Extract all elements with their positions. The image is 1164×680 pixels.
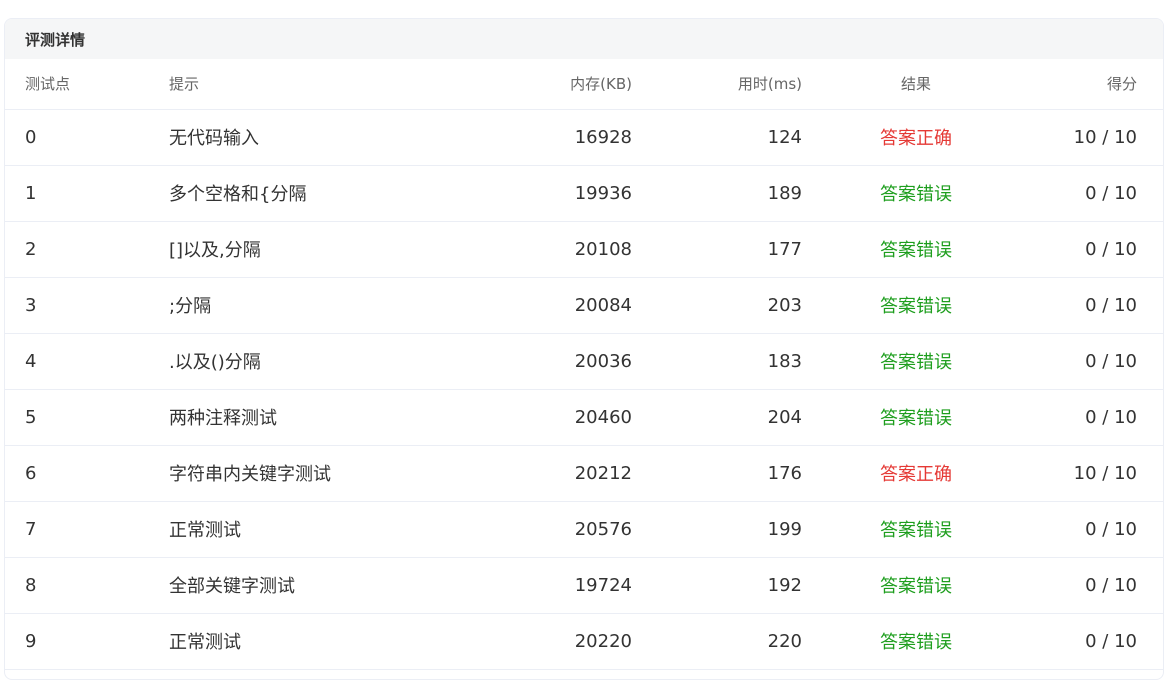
cell-hint: 无代码输入 (169, 128, 259, 149)
cell-test-point: 8 (25, 574, 37, 596)
cell-time: 124 (767, 126, 802, 148)
header-hint: 提示 (168, 59, 500, 110)
cell-time: 183 (767, 350, 802, 372)
cell-result-wrong: 答案错误 (880, 184, 952, 205)
header-time: 用时(ms) (633, 59, 803, 110)
cell-time: 203 (767, 294, 802, 316)
cell-result-wrong: 答案错误 (880, 408, 952, 429)
cell-score: 0 / 10 (1085, 574, 1137, 596)
header-memory: 内存(KB) (500, 59, 633, 110)
cell-hint: 两种注释测试 (169, 408, 277, 429)
cell-test-point: 7 (25, 518, 37, 540)
table-row: 7 正常测试 20576 199 答案错误 0 / 10 (5, 501, 1163, 557)
cell-memory: 20084 (574, 294, 632, 316)
header-result: 结果 (803, 59, 1029, 110)
cell-result-wrong: 答案错误 (880, 632, 952, 653)
cell-score: 0 / 10 (1085, 294, 1137, 316)
table-row: 0 无代码输入 16928 124 答案正确 10 / 10 (5, 109, 1163, 165)
cell-test-point: 0 (25, 126, 37, 148)
cell-hint: 正常测试 (169, 632, 241, 653)
cell-test-point: 3 (25, 294, 37, 316)
table-row: 5 两种注释测试 20460 204 答案错误 0 / 10 (5, 389, 1163, 445)
cell-test-point: 4 (25, 350, 37, 372)
cell-result-accepted: 答案正确 (880, 128, 952, 149)
cell-hint: ;分隔 (169, 296, 212, 317)
cell-result-wrong: 答案错误 (880, 352, 952, 373)
cell-result-accepted: 答案正确 (880, 464, 952, 485)
cell-test-point: 1 (25, 182, 37, 204)
cell-score: 0 / 10 (1085, 630, 1137, 652)
cell-hint: 正常测试 (169, 520, 241, 541)
cell-memory: 20212 (574, 462, 632, 484)
cell-test-point: 5 (25, 406, 37, 428)
table-row: 4 .以及()分隔 20036 183 答案错误 0 / 10 (5, 333, 1163, 389)
cell-result-wrong: 答案错误 (880, 520, 952, 541)
cell-result-wrong: 答案错误 (880, 240, 952, 261)
cell-test-point: 2 (25, 238, 37, 260)
cell-score: 10 / 10 (1073, 462, 1137, 484)
table-row: 8 全部关键字测试 19724 192 答案错误 0 / 10 (5, 557, 1163, 613)
table-row: 2 []以及,分隔 20108 177 答案错误 0 / 10 (5, 221, 1163, 277)
panel-title: 评测详情 (5, 19, 1163, 59)
cell-score: 10 / 10 (1073, 126, 1137, 148)
judge-details-panel: 评测详情 测试点 提示 内存(KB) 用时(ms) 结果 得分 0 无代码输入 … (4, 18, 1164, 680)
cell-time: 177 (767, 238, 802, 260)
cell-time: 204 (767, 406, 802, 428)
table-row: 9 正常测试 20220 220 答案错误 0 / 10 (5, 613, 1163, 669)
cell-hint: 字符串内关键字测试 (169, 464, 331, 485)
header-score: 得分 (1029, 59, 1163, 110)
cell-score: 0 / 10 (1085, 182, 1137, 204)
cell-score: 0 / 10 (1085, 238, 1137, 260)
table-header-row: 测试点 提示 内存(KB) 用时(ms) 结果 得分 (5, 59, 1163, 110)
cell-memory: 20108 (574, 238, 632, 260)
cell-hint: []以及,分隔 (169, 240, 261, 261)
cell-result-wrong: 答案错误 (880, 576, 952, 597)
cell-result-wrong: 答案错误 (880, 296, 952, 317)
header-test-point: 测试点 (5, 59, 168, 110)
cell-score: 0 / 10 (1085, 518, 1137, 540)
results-table: 测试点 提示 内存(KB) 用时(ms) 结果 得分 0 无代码输入 16928… (5, 59, 1163, 670)
table-row: 3 ;分隔 20084 203 答案错误 0 / 10 (5, 277, 1163, 333)
table-row: 6 字符串内关键字测试 20212 176 答案正确 10 / 10 (5, 445, 1163, 501)
cell-score: 0 / 10 (1085, 406, 1137, 428)
cell-time: 176 (767, 462, 802, 484)
cell-time: 199 (767, 518, 802, 540)
cell-time: 192 (767, 574, 802, 596)
cell-memory: 20460 (574, 406, 632, 428)
cell-time: 220 (767, 630, 802, 652)
cell-test-point: 9 (25, 630, 37, 652)
cell-memory: 20220 (574, 630, 632, 652)
cell-hint: .以及()分隔 (169, 352, 261, 373)
cell-time: 189 (767, 182, 802, 204)
cell-hint: 全部关键字测试 (169, 576, 295, 597)
cell-memory: 19936 (574, 182, 632, 204)
cell-memory: 16928 (574, 126, 632, 148)
cell-memory: 19724 (574, 574, 632, 596)
table-row: 1 多个空格和{分隔 19936 189 答案错误 0 / 10 (5, 165, 1163, 221)
cell-test-point: 6 (25, 462, 37, 484)
cell-score: 0 / 10 (1085, 350, 1137, 372)
cell-memory: 20036 (574, 350, 632, 372)
cell-memory: 20576 (574, 518, 632, 540)
cell-hint: 多个空格和{分隔 (169, 184, 307, 205)
